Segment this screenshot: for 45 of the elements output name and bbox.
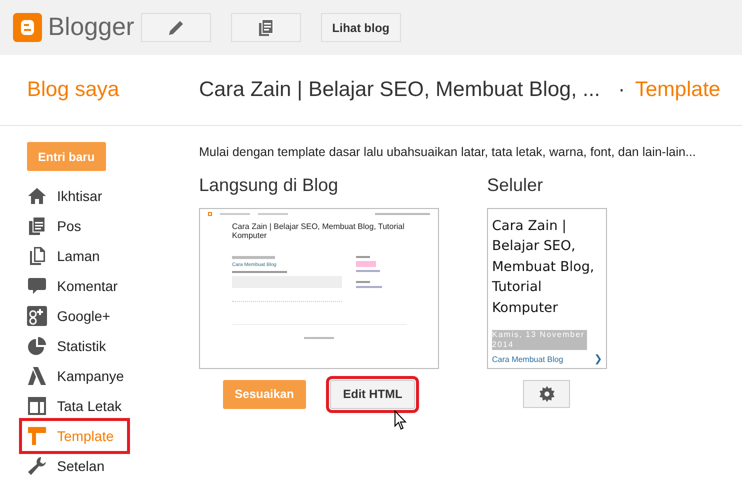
pie-chart-icon: [27, 336, 47, 356]
mobile-preview[interactable]: Cara Zain | Belajar SEO, Membuat Blog, Tutorial Komputer Kamis, 13 November 2014 Cara Membuat Blog ❯: [487, 208, 607, 369]
nav-item[interactable]: Statistik: [22, 331, 127, 361]
wrench-icon: [27, 456, 47, 476]
mobile-preview-title: Cara Zain | Belajar SEO, Membuat Blog, Tutorial Komputer: [492, 216, 596, 318]
pencil-icon: [168, 20, 184, 36]
settings-icon: [538, 386, 554, 402]
preview-title: Cara Zain | Belajar SEO, Membuat Blog, Tutorial Komputer: [232, 222, 406, 240]
nav-item[interactable]: Ikhtisar: [22, 181, 127, 211]
date-bar-drawing: [232, 256, 275, 259]
view-blog-button[interactable]: Lihat blog: [321, 13, 400, 42]
footer-text-drawing: [304, 336, 334, 339]
settings-button[interactable]: [523, 380, 570, 408]
layout-icon: [27, 396, 47, 416]
blog-title: Cara Zain | Belajar SEO, Membuat Blog, ...: [199, 77, 600, 104]
logo-text: Blogger: [48, 12, 134, 43]
intro-text: Mulai dengan template dasar lalu ubahsuaikan latar, tata letak, warna, font, dan lain-lain...: [199, 144, 696, 161]
section-heading: Langsung di Blog: [199, 174, 340, 197]
google-plus-icon: [27, 306, 47, 326]
nav-item[interactable]: Google+: [22, 301, 127, 331]
nav-item[interactable]: Pos: [22, 211, 127, 241]
mobile-preview-date: Kamis, 13 November 2014: [492, 330, 587, 350]
separator: ·: [618, 77, 626, 104]
new-post-button[interactable]: [141, 13, 212, 42]
mouse-cursor-icon: [394, 410, 407, 430]
section-heading: Seluler: [487, 174, 544, 197]
document-icon: [258, 18, 274, 36]
nav-item[interactable]: Setelan: [22, 451, 127, 481]
paint-roller-icon: [27, 426, 47, 446]
nav-item[interactable]: Tata Letak: [22, 391, 127, 421]
campaign-icon: [27, 366, 47, 386]
blogger-logo-icon: [13, 13, 42, 42]
nav-item[interactable]: Kampanye: [22, 361, 127, 391]
nav-item[interactable]: Komentar: [22, 271, 127, 301]
page-title: Template: [635, 77, 720, 104]
nav-item[interactable]: Laman: [22, 241, 127, 271]
section-title: Blog saya: [26, 77, 120, 104]
home-icon: [27, 186, 47, 206]
document-icon: [27, 216, 47, 236]
text-line-drawing: [232, 270, 287, 273]
mobile-post-link[interactable]: Cara Membuat Blog: [492, 354, 564, 366]
comment-icon: [27, 276, 47, 296]
posts-button[interactable]: [231, 13, 302, 42]
page-icon: [27, 246, 47, 266]
next-arrow[interactable]: ❯: [594, 352, 602, 368]
